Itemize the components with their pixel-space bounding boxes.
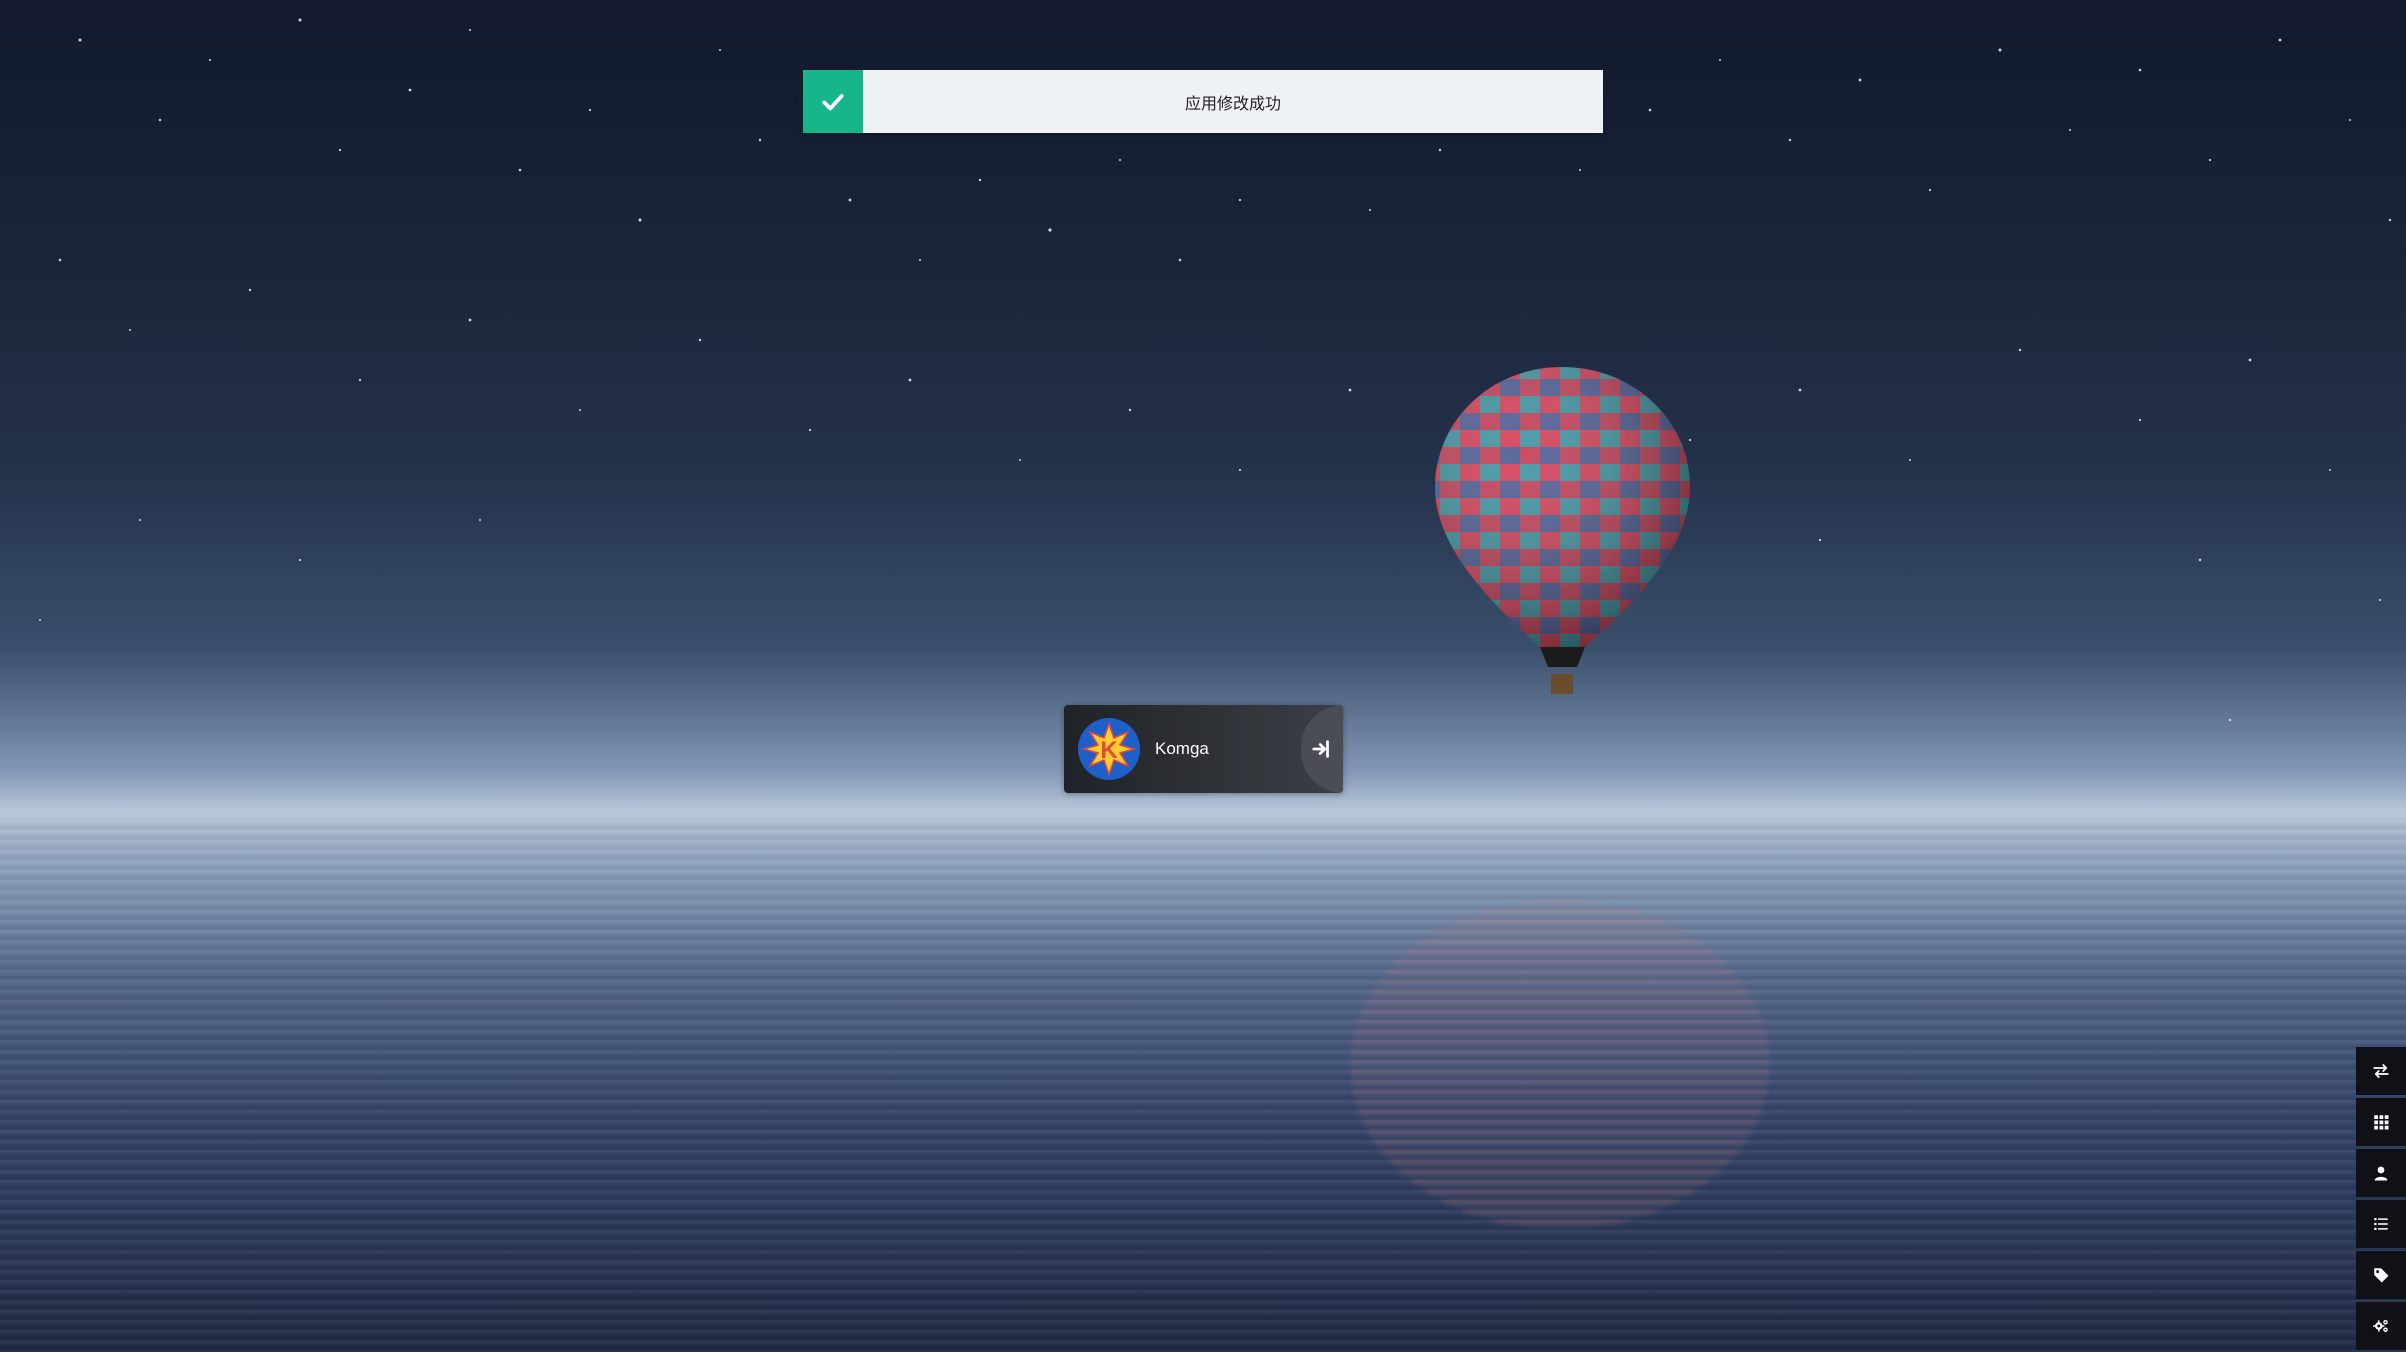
tag-icon: [2374, 1268, 2389, 1283]
sign-in-icon: [1312, 740, 1329, 758]
user-icon: [2374, 1166, 2388, 1181]
grid-icon: [2374, 1115, 2389, 1130]
balloon-reflection: [1350, 900, 1770, 1230]
gears-icon: [2373, 1320, 2388, 1332]
settings-button[interactable]: [2356, 1302, 2406, 1350]
background-wallpaper: [0, 0, 2406, 1352]
komga-logo-icon: K: [1078, 718, 1140, 780]
launch-app-button[interactable]: [1301, 705, 1343, 793]
exchange-button[interactable]: [2356, 1047, 2406, 1095]
exchange-icon: [2373, 1064, 2389, 1078]
toast-message: 应用修改成功: [1184, 93, 1281, 113]
user-button[interactable]: [2356, 1149, 2406, 1197]
grid-button[interactable]: [2356, 1098, 2406, 1146]
app-card-komga[interactable]: K Komga: [1064, 705, 1343, 793]
tag-button[interactable]: [2356, 1251, 2406, 1299]
svg-text:K: K: [1100, 737, 1118, 764]
app-title: Komga: [1155, 739, 1209, 758]
list-button[interactable]: [2356, 1200, 2406, 1248]
check-icon: [803, 70, 863, 133]
water-surface: [0, 820, 2406, 1352]
right-toolbar: [2356, 1047, 2406, 1350]
hot-air-balloon-image: [1435, 367, 1690, 694]
success-toast: 应用修改成功: [803, 70, 1603, 133]
list-icon: [2374, 1218, 2388, 1230]
